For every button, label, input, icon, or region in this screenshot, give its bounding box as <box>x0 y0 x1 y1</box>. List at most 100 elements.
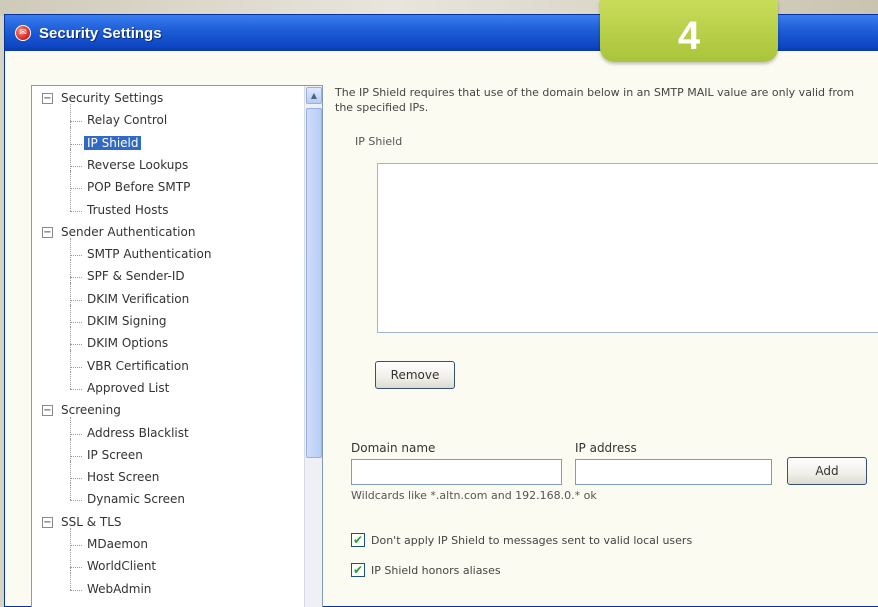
ip-address-field[interactable] <box>575 459 772 485</box>
tree-connector <box>70 438 71 462</box>
remove-button[interactable]: Remove <box>375 361 455 389</box>
tree-leaf-node[interactable]: VBR Certification <box>84 356 192 377</box>
local-users-checkbox[interactable]: ✔ <box>351 533 365 547</box>
tree-node-label: DKIM Signing <box>87 314 167 328</box>
tree-group-node[interactable]: Sender Authentication <box>58 222 198 243</box>
tree-scrollbar[interactable]: ▲ ▼ <box>304 86 322 607</box>
step-badge: 4 <box>600 0 778 62</box>
ip-shield-list[interactable] <box>377 163 878 333</box>
aliases-checkbox[interactable]: ✔ <box>351 563 365 577</box>
tree-connector <box>70 528 71 551</box>
tree-group-node[interactable]: Screening <box>58 400 124 421</box>
tree-leaf-node[interactable]: DKIM Verification <box>84 289 192 310</box>
tree-leaf-node[interactable]: Approved List <box>84 378 172 399</box>
tree-node-label: Approved List <box>87 380 170 395</box>
tree-connector <box>70 143 82 145</box>
tree-node-label: IP Shield <box>84 135 142 150</box>
tree-group-node[interactable]: Security Settings <box>58 88 166 109</box>
tree-node-label: SMTP Authentication <box>87 247 212 262</box>
tree-connector <box>70 589 82 591</box>
tree-connector <box>70 455 82 457</box>
tree-node-label: Screening <box>61 403 121 418</box>
tree-leaf-node[interactable]: SPF & Sender-ID <box>84 266 188 287</box>
tree-leaf-node[interactable]: Dynamic Screen <box>84 489 188 510</box>
tree-connector <box>70 188 82 190</box>
add-button[interactable]: Add <box>787 457 867 485</box>
tree-connector <box>70 277 82 279</box>
domain-name-label: Domain name <box>351 441 436 455</box>
tree-connector <box>70 282 71 305</box>
local-users-checkbox-row[interactable]: ✔ Don't apply IP Shield to messages sent… <box>351 533 692 547</box>
tree-connector <box>70 344 82 346</box>
tree-leaf-node[interactable]: Address Blacklist <box>84 423 192 444</box>
tree-connector <box>70 433 82 435</box>
tree-connector <box>70 171 71 194</box>
tree-connector <box>70 165 82 167</box>
local-users-checkbox-label: Don't apply IP Shield to messages sent t… <box>371 533 693 547</box>
tree-connector <box>70 255 82 257</box>
tree-leaf-node[interactable]: SMTP Authentication <box>84 244 214 265</box>
tree-connector <box>70 148 71 172</box>
tree-node-label: DKIM Verification <box>87 291 190 306</box>
tree-connector <box>70 550 71 573</box>
tree-leaf-node[interactable]: Reverse Lookups <box>84 155 191 176</box>
aliases-checkbox-label: IP Shield honors aliases <box>371 563 501 577</box>
tree-connector <box>70 305 71 328</box>
tree-leaf-node[interactable]: DKIM Signing <box>84 311 170 332</box>
ip-address-label: IP address <box>575 441 637 455</box>
tree-leaf-node[interactable]: IP Shield <box>84 133 142 154</box>
tree-expander-icon[interactable]: − <box>42 405 53 417</box>
tree-leaf-node[interactable]: Relay Control <box>84 110 170 131</box>
tree-connector <box>70 327 71 350</box>
settings-tree[interactable]: Security Settings − Relay Control IP Shield… <box>31 85 323 607</box>
tree-connector <box>70 572 71 590</box>
tree-node-label: POP Before SMTP <box>87 180 191 195</box>
scroll-thumb[interactable] <box>306 108 322 458</box>
tree-connector <box>70 260 71 283</box>
tree-leaf-node[interactable]: WorldClient <box>84 556 159 577</box>
tree-connector <box>70 388 82 390</box>
tree-expander-icon[interactable]: − <box>42 226 53 238</box>
security-settings-window: ✉ Security Settings Security Settings − Re… <box>4 14 878 607</box>
tree-node-label: WorldClient <box>87 559 157 574</box>
domain-name-field[interactable] <box>351 459 562 485</box>
tree-connector <box>70 500 82 502</box>
tree-group-node[interactable]: SSL & TLS <box>58 512 125 533</box>
tree-connector <box>70 567 82 569</box>
tree-node-label: Security Settings <box>61 91 164 105</box>
tree-connector <box>70 349 71 372</box>
tree-expander-icon[interactable]: − <box>42 516 53 528</box>
tree-connector <box>70 416 71 439</box>
tree-leaf-node[interactable]: Host Screen <box>84 467 162 488</box>
tree-leaf-node[interactable]: MDaemon <box>84 534 151 555</box>
tree-connector <box>70 371 71 389</box>
tree-node-label: VBR Certification <box>87 358 189 373</box>
tree-connector <box>70 478 82 480</box>
tree-connector <box>70 366 82 368</box>
tree-leaf-node[interactable]: WebAdmin <box>84 579 154 600</box>
tree-node-label: Relay Control <box>87 113 168 128</box>
tree-leaf-node[interactable]: IP Screen <box>84 445 146 466</box>
wildcard-hint: Wildcards like *.altn.com and 192.168.0.… <box>351 489 597 502</box>
tree-connector <box>70 121 82 123</box>
tree-connector <box>70 126 71 149</box>
aliases-checkbox-row[interactable]: ✔ IP Shield honors aliases <box>351 563 501 577</box>
tree-node-label: SSL & TLS <box>61 514 122 529</box>
tree-leaf-node[interactable]: POP Before SMTP <box>84 177 193 198</box>
tree-connector <box>70 193 71 211</box>
tree-connector <box>70 322 82 323</box>
tree-connector <box>70 210 82 212</box>
tree-node-label: Sender Authentication <box>61 224 196 239</box>
tree-connector <box>70 104 71 127</box>
scroll-up-button[interactable]: ▲ <box>306 87 322 104</box>
tree-node-label: Host Screen <box>87 470 160 485</box>
tree-connector <box>70 483 71 501</box>
tree-connector <box>70 238 71 261</box>
tree-node-label: IP Screen <box>87 447 143 462</box>
ip-shield-group-title: IP Shield <box>355 135 403 148</box>
tree-leaf-node[interactable]: DKIM Options <box>84 333 171 354</box>
tree-connector <box>70 299 82 301</box>
tree-connector <box>70 461 71 484</box>
tree-expander-icon[interactable]: − <box>42 93 53 104</box>
tree-leaf-node[interactable]: Trusted Hosts <box>84 200 171 221</box>
